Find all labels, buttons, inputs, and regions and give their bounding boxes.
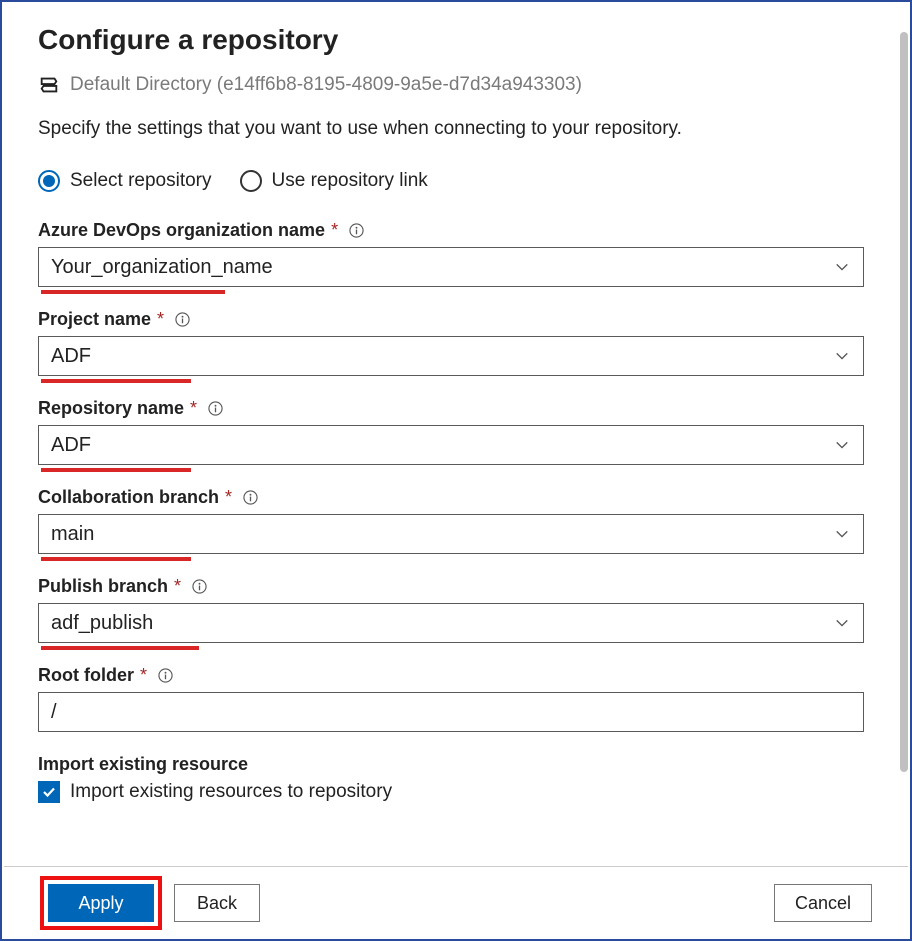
highlight-underline bbox=[41, 646, 199, 650]
highlight-underline bbox=[41, 468, 191, 472]
field-org-name: Azure DevOps organization name * Your_or… bbox=[38, 220, 874, 287]
project-name-select[interactable]: ADF bbox=[38, 336, 864, 376]
select-value: Your_organization_name bbox=[51, 256, 273, 279]
repository-mode-radio-group: Select repository Use repository link bbox=[38, 170, 874, 192]
info-icon[interactable] bbox=[207, 401, 223, 417]
highlight-underline bbox=[41, 290, 225, 294]
repository-name-select[interactable]: ADF bbox=[38, 425, 864, 465]
field-label: Project name bbox=[38, 309, 151, 330]
required-marker: * bbox=[140, 665, 147, 686]
radio-select-repository[interactable]: Select repository bbox=[38, 170, 212, 192]
field-root-folder: Root folder * bbox=[38, 665, 874, 732]
directory-icon bbox=[38, 74, 60, 96]
radio-use-repository-link[interactable]: Use repository link bbox=[240, 170, 428, 192]
cancel-button[interactable]: Cancel bbox=[774, 884, 872, 922]
field-project-name: Project name * ADF bbox=[38, 309, 874, 376]
field-label-row: Publish branch * bbox=[38, 576, 874, 597]
info-icon[interactable] bbox=[174, 312, 190, 328]
dialog-footer: Apply Back Cancel bbox=[4, 866, 908, 939]
checkbox-checked-icon bbox=[38, 781, 60, 803]
apply-button[interactable]: Apply bbox=[48, 884, 154, 922]
radio-label: Use repository link bbox=[272, 170, 428, 192]
field-label-row: Root folder * bbox=[38, 665, 874, 686]
highlight-underline bbox=[41, 557, 191, 561]
org-name-select[interactable]: Your_organization_name bbox=[38, 247, 864, 287]
breadcrumb-row: Default Directory (e14ff6b8-8195-4809-9a… bbox=[38, 74, 874, 96]
required-marker: * bbox=[190, 398, 197, 419]
chevron-down-icon bbox=[835, 349, 849, 363]
highlight-underline bbox=[41, 379, 191, 383]
info-icon[interactable] bbox=[157, 668, 173, 684]
root-folder-input[interactable] bbox=[38, 692, 864, 732]
field-label-row: Repository name * bbox=[38, 398, 874, 419]
collaboration-branch-select[interactable]: main bbox=[38, 514, 864, 554]
scrollbar[interactable] bbox=[900, 32, 908, 772]
back-button[interactable]: Back bbox=[174, 884, 260, 922]
info-icon[interactable] bbox=[348, 223, 364, 239]
required-marker: * bbox=[225, 487, 232, 508]
field-label: Publish branch bbox=[38, 576, 168, 597]
breadcrumb-text: Default Directory (e14ff6b8-8195-4809-9a… bbox=[70, 74, 582, 96]
radio-label: Select repository bbox=[70, 170, 212, 192]
required-marker: * bbox=[331, 220, 338, 241]
publish-branch-select[interactable]: adf_publish bbox=[38, 603, 864, 643]
select-value: ADF bbox=[51, 434, 91, 457]
field-label-row: Azure DevOps organization name * bbox=[38, 220, 874, 241]
field-label: Collaboration branch bbox=[38, 487, 219, 508]
dialog-frame: Configure a repository Default Directory… bbox=[0, 0, 912, 941]
field-publish-branch: Publish branch * adf_publish bbox=[38, 576, 874, 643]
required-marker: * bbox=[157, 309, 164, 330]
info-icon[interactable] bbox=[191, 579, 207, 595]
checkbox-label: Import existing resources to repository bbox=[70, 781, 392, 803]
info-icon[interactable] bbox=[242, 490, 258, 506]
radio-button-icon bbox=[38, 170, 60, 192]
import-section-heading: Import existing resource bbox=[38, 754, 874, 775]
description-text: Specify the settings that you want to us… bbox=[38, 118, 874, 140]
select-value: ADF bbox=[51, 345, 91, 368]
field-label: Azure DevOps organization name bbox=[38, 220, 325, 241]
apply-highlight-box: Apply bbox=[40, 876, 162, 930]
chevron-down-icon bbox=[835, 438, 849, 452]
chevron-down-icon bbox=[835, 260, 849, 274]
required-marker: * bbox=[174, 576, 181, 597]
field-collaboration-branch: Collaboration branch * main bbox=[38, 487, 874, 554]
field-label: Repository name bbox=[38, 398, 184, 419]
field-label-row: Project name * bbox=[38, 309, 874, 330]
chevron-down-icon bbox=[835, 527, 849, 541]
field-repository-name: Repository name * ADF bbox=[38, 398, 874, 465]
select-value: main bbox=[51, 523, 94, 546]
import-checkbox-row[interactable]: Import existing resources to repository bbox=[38, 781, 874, 803]
field-label: Root folder bbox=[38, 665, 134, 686]
page-title: Configure a repository bbox=[38, 24, 874, 56]
chevron-down-icon bbox=[835, 616, 849, 630]
select-value: adf_publish bbox=[51, 612, 153, 635]
radio-button-icon bbox=[240, 170, 262, 192]
field-label-row: Collaboration branch * bbox=[38, 487, 874, 508]
dialog-content: Configure a repository Default Directory… bbox=[2, 2, 910, 866]
